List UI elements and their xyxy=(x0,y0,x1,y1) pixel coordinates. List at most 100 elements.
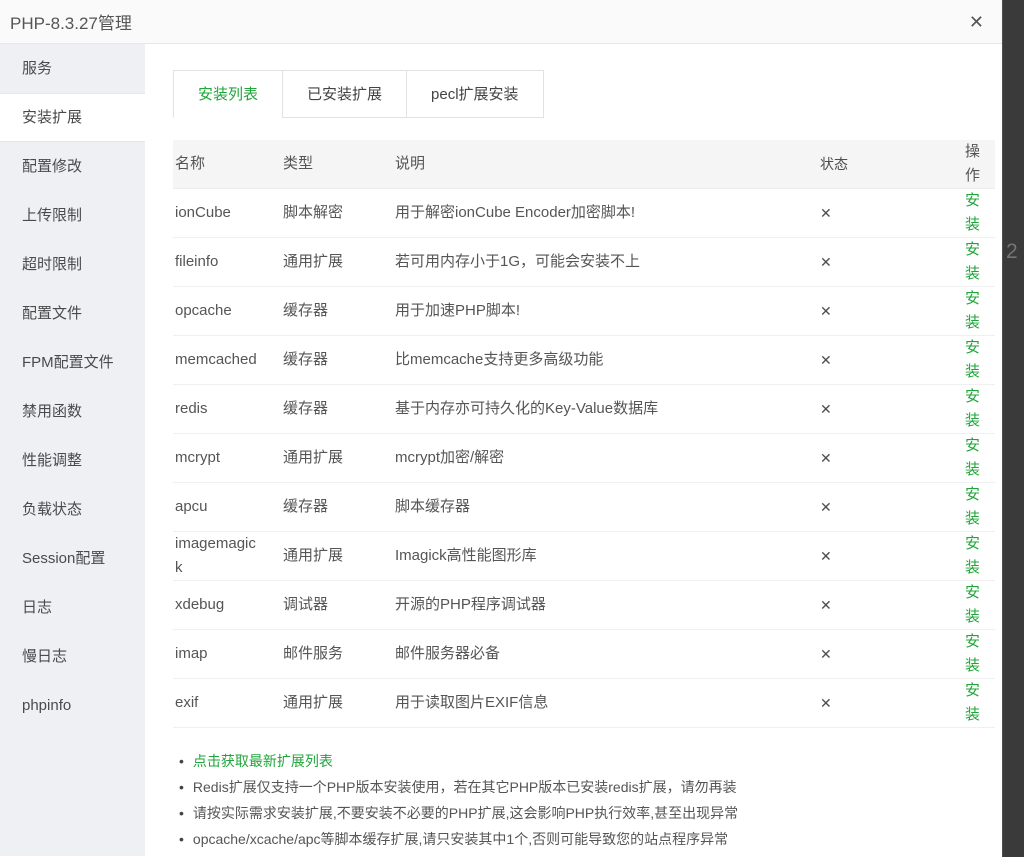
note-text[interactable]: 点击获取最新扩展列表 xyxy=(193,752,333,770)
note-text: 请按实际需求安装扩展,不要安装不必要的PHP扩展,这会影响PHP执行效率,甚至出… xyxy=(193,804,738,822)
table-row: fileinfo通用扩展若可用内存小于1G，可能会安装不上✕安装 xyxy=(173,238,995,287)
note-text: Redis扩展仅支持一个PHP版本安装使用，若在其它PHP版本已安装redis扩… xyxy=(193,778,737,796)
table-header-row: 名称类型说明状态操作 xyxy=(173,140,995,189)
dialog-body: 服务安装扩展配置修改上传限制超时限制配置文件FPM配置文件禁用函数性能调整负载状… xyxy=(0,44,1002,856)
cell-name: mcrypt xyxy=(173,446,281,470)
cell-desc: Imagick高性能图形库 xyxy=(393,544,818,568)
cell-type: 缓存器 xyxy=(281,299,393,323)
cell-type: 通用扩展 xyxy=(281,250,393,274)
cell-desc: 用于解密ionCube Encoder加密脚本! xyxy=(393,201,818,225)
cell-name: fileinfo xyxy=(173,250,281,274)
sidebar-item-performance[interactable]: 性能调整 xyxy=(0,436,145,485)
install-button[interactable]: 安装 xyxy=(953,483,995,531)
cell-desc: 用于加速PHP脚本! xyxy=(393,299,818,323)
main-content: 安装列表已安装扩展pecl扩展安装 名称类型说明状态操作 ionCube脚本解密… xyxy=(145,44,1002,856)
table-row: mcrypt通用扩展mcrypt加密/解密✕安装 xyxy=(173,434,995,483)
sidebar-item-load-status[interactable]: 负载状态 xyxy=(0,485,145,534)
sidebar-item-upload-limit[interactable]: 上传限制 xyxy=(0,191,145,240)
status-not-installed-icon: ✕ xyxy=(818,692,953,714)
table-row: imap邮件服务邮件服务器必备✕安装 xyxy=(173,630,995,679)
status-not-installed-icon: ✕ xyxy=(818,300,953,322)
bullet-icon: • xyxy=(179,830,184,848)
install-button[interactable]: 安装 xyxy=(953,238,995,286)
cell-type: 缓存器 xyxy=(281,397,393,421)
sidebar-item-config-edit[interactable]: 配置修改 xyxy=(0,142,145,191)
status-not-installed-icon: ✕ xyxy=(818,447,953,469)
status-not-installed-icon: ✕ xyxy=(818,545,953,567)
sidebar-item-config-file[interactable]: 配置文件 xyxy=(0,289,145,338)
status-not-installed-icon: ✕ xyxy=(818,496,953,518)
cell-name: exif xyxy=(173,691,281,715)
install-button[interactable]: 安装 xyxy=(953,434,995,482)
cell-name: memcached xyxy=(173,348,281,372)
sidebar-item-fpm-config[interactable]: FPM配置文件 xyxy=(0,338,145,387)
column-header-name: 名称 xyxy=(173,152,281,176)
cell-desc: 若可用内存小于1G，可能会安装不上 xyxy=(393,250,818,274)
note-item: • 请按实际需求安装扩展,不要安装不必要的PHP扩展,这会影响PHP执行效率,甚至… xyxy=(179,804,1002,822)
sidebar-item-log[interactable]: 日志 xyxy=(0,583,145,632)
cell-type: 通用扩展 xyxy=(281,544,393,568)
cell-desc: mcrypt加密/解密 xyxy=(393,446,818,470)
cell-desc: 基于内存亦可持久化的Key-Value数据库 xyxy=(393,397,818,421)
cell-desc: 比memcache支持更多高级功能 xyxy=(393,348,818,372)
extensions-table: 名称类型说明状态操作 ionCube脚本解密用于解密ionCube Encode… xyxy=(173,140,995,728)
tab-install-list[interactable]: 安装列表 xyxy=(173,70,283,118)
dialog-titlebar: PHP-8.3.27管理 ✕ xyxy=(0,0,1002,44)
sidebar-item-timeout-limit[interactable]: 超时限制 xyxy=(0,240,145,289)
status-not-installed-icon: ✕ xyxy=(818,349,953,371)
bullet-icon: • xyxy=(179,752,184,770)
status-not-installed-icon: ✕ xyxy=(818,643,953,665)
install-button[interactable]: 安装 xyxy=(953,532,995,580)
bullet-icon: • xyxy=(179,778,184,796)
table-body: ionCube脚本解密用于解密ionCube Encoder加密脚本!✕安装fi… xyxy=(173,189,995,728)
install-button[interactable]: 安装 xyxy=(953,189,995,237)
cell-name: redis xyxy=(173,397,281,421)
sidebar-item-disabled-functions[interactable]: 禁用函数 xyxy=(0,387,145,436)
cell-name: xdebug xyxy=(173,593,281,617)
tab-pecl-install[interactable]: pecl扩展安装 xyxy=(406,70,544,118)
sidebar-item-service[interactable]: 服务 xyxy=(0,44,145,93)
cell-type: 脚本解密 xyxy=(281,201,393,225)
notes-list: • 点击获取最新扩展列表 • Redis扩展仅支持一个PHP版本安装使用，若在其它PH… xyxy=(173,752,1002,848)
table-row: memcached缓存器比memcache支持更多高级功能✕安装 xyxy=(173,336,995,385)
cell-desc: 开源的PHP程序调试器 xyxy=(393,593,818,617)
install-button[interactable]: 安装 xyxy=(953,336,995,384)
background-page: 2 xyxy=(1002,0,1024,857)
table-row: redis缓存器基于内存亦可持久化的Key-Value数据库✕安装 xyxy=(173,385,995,434)
cell-type: 通用扩展 xyxy=(281,691,393,715)
bullet-icon: • xyxy=(179,804,184,822)
sidebar-item-slow-log[interactable]: 慢日志 xyxy=(0,632,145,681)
tab-installed-ext[interactable]: 已安装扩展 xyxy=(282,70,407,118)
cell-desc: 脚本缓存器 xyxy=(393,495,818,519)
table-row: apcu缓存器脚本缓存器✕安装 xyxy=(173,483,995,532)
close-icon[interactable]: ✕ xyxy=(969,13,984,31)
cell-type: 邮件服务 xyxy=(281,642,393,666)
sidebar-item-session-config[interactable]: Session配置 xyxy=(0,534,145,583)
refresh-extension-list-link: • 点击获取最新扩展列表 xyxy=(179,752,1002,770)
cell-type: 调试器 xyxy=(281,593,393,617)
dialog-title: PHP-8.3.27管理 xyxy=(10,9,132,34)
cell-name: ionCube xyxy=(173,201,281,225)
cell-desc: 用于读取图片EXIF信息 xyxy=(393,691,818,715)
install-button[interactable]: 安装 xyxy=(953,630,995,678)
cell-desc: 邮件服务器必备 xyxy=(393,642,818,666)
cell-type: 缓存器 xyxy=(281,348,393,372)
install-button[interactable]: 安装 xyxy=(953,385,995,433)
sidebar: 服务安装扩展配置修改上传限制超时限制配置文件FPM配置文件禁用函数性能调整负载状… xyxy=(0,44,145,856)
sidebar-item-phpinfo[interactable]: phpinfo xyxy=(0,681,145,730)
status-not-installed-icon: ✕ xyxy=(818,398,953,420)
note-text: opcache/xcache/apc等脚本缓存扩展,请只安装其中1个,否则可能导… xyxy=(193,830,728,848)
status-not-installed-icon: ✕ xyxy=(818,202,953,224)
install-button[interactable]: 安装 xyxy=(953,581,995,629)
column-header-status: 状态 xyxy=(818,153,953,175)
column-header-type: 类型 xyxy=(281,152,393,176)
table-row: ionCube脚本解密用于解密ionCube Encoder加密脚本!✕安装 xyxy=(173,189,995,238)
sidebar-item-install-ext[interactable]: 安装扩展 xyxy=(0,93,145,142)
cell-name: opcache xyxy=(173,299,281,323)
background-partial-text: 2 xyxy=(1006,240,1018,264)
php-manager-dialog: PHP-8.3.27管理 ✕ 服务安装扩展配置修改上传限制超时限制配置文件FPM… xyxy=(0,0,1002,857)
install-button[interactable]: 安装 xyxy=(953,679,995,727)
install-button[interactable]: 安装 xyxy=(953,287,995,335)
cell-type: 缓存器 xyxy=(281,495,393,519)
cell-name: apcu xyxy=(173,495,281,519)
